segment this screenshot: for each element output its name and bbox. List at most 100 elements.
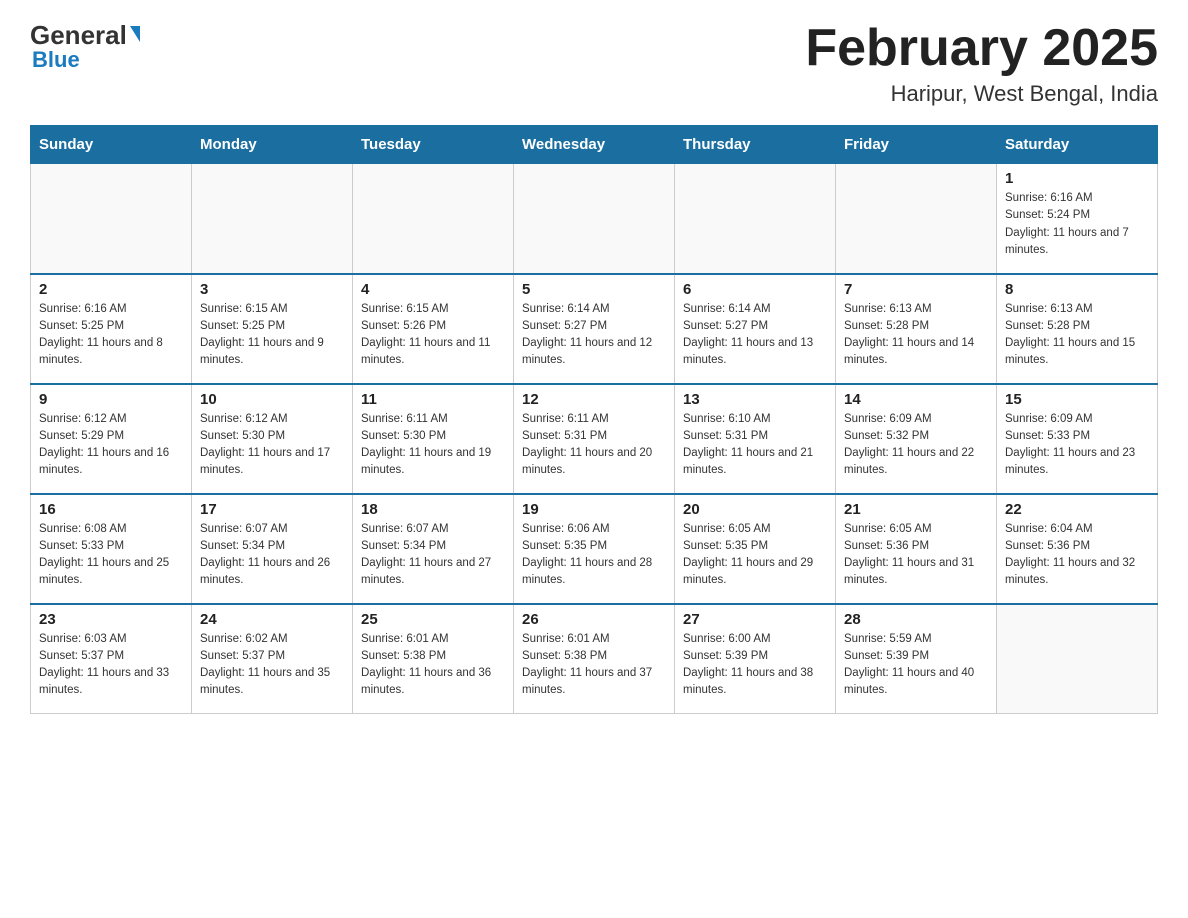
day-info: Sunrise: 6:05 AMSunset: 5:36 PMDaylight:… (844, 521, 988, 590)
calendar-week-row: 16Sunrise: 6:08 AMSunset: 5:33 PMDayligh… (31, 494, 1158, 604)
weekday-header-tuesday: Tuesday (353, 126, 514, 164)
day-number: 15 (1005, 391, 1149, 408)
sunset-text: Sunset: 5:26 PM (361, 318, 505, 335)
daylight-text: Daylight: 11 hours and 9 minutes. (200, 335, 344, 370)
calendar-cell: 17Sunrise: 6:07 AMSunset: 5:34 PMDayligh… (192, 494, 353, 604)
daylight-text: Daylight: 11 hours and 28 minutes. (522, 555, 666, 590)
day-number: 20 (683, 501, 827, 518)
sunrise-text: Sunrise: 6:15 AM (200, 301, 344, 318)
sunset-text: Sunset: 5:33 PM (39, 538, 183, 555)
day-number: 16 (39, 501, 183, 518)
logo: General Blue (30, 20, 140, 73)
day-number: 17 (200, 501, 344, 518)
sunset-text: Sunset: 5:24 PM (1005, 207, 1149, 224)
daylight-text: Daylight: 11 hours and 26 minutes. (200, 555, 344, 590)
daylight-text: Daylight: 11 hours and 40 minutes. (844, 665, 988, 700)
calendar-cell: 10Sunrise: 6:12 AMSunset: 5:30 PMDayligh… (192, 384, 353, 494)
day-info: Sunrise: 6:16 AMSunset: 5:24 PMDaylight:… (1005, 190, 1149, 259)
day-info: Sunrise: 6:11 AMSunset: 5:31 PMDaylight:… (522, 411, 666, 480)
sunset-text: Sunset: 5:27 PM (522, 318, 666, 335)
calendar-cell: 11Sunrise: 6:11 AMSunset: 5:30 PMDayligh… (353, 384, 514, 494)
sunrise-text: Sunrise: 6:13 AM (1005, 301, 1149, 318)
calendar-cell: 16 Sunrise: 6:08 AMSunset: 5:33 PMDayligh… (31, 494, 192, 604)
day-info: Sunrise: 6:15 AMSunset: 5:25 PMDaylight:… (200, 301, 344, 370)
sunset-text: Sunset: 5:39 PM (844, 648, 988, 665)
day-info: Sunrise: 6:02 AMSunset: 5:37 PMDaylight:… (200, 631, 344, 700)
sunset-text: Sunset: 5:27 PM (683, 318, 827, 335)
weekday-header-thursday: Thursday (675, 126, 836, 164)
calendar-cell (836, 164, 997, 274)
sunrise-text: Sunrise: 6:06 AM (522, 521, 666, 538)
calendar-cell: 14Sunrise: 6:09 AMSunset: 5:32 PMDayligh… (836, 384, 997, 494)
day-number: 26 (522, 611, 666, 628)
day-number: 4 (361, 281, 505, 298)
sunset-text: Sunset: 5:36 PM (844, 538, 988, 555)
day-info: Sunrise: 6:13 AMSunset: 5:28 PMDaylight:… (844, 301, 988, 370)
logo-triangle-icon (130, 26, 140, 42)
day-number: 27 (683, 611, 827, 628)
calendar-cell (514, 164, 675, 274)
day-number: 22 (1005, 501, 1149, 518)
calendar-cell: 26 Sunrise: 6:01 AMSunset: 5:38 PMDayligh… (514, 604, 675, 714)
title-block: February 2025 Haripur, West Bengal, Indi… (805, 20, 1158, 107)
day-number: 3 (200, 281, 344, 298)
page-header: General Blue February 2025 Haripur, West… (30, 20, 1158, 107)
daylight-text: Daylight: 11 hours and 36 minutes. (361, 665, 505, 700)
sunrise-text: Sunrise: 6:11 AM (522, 411, 666, 428)
daylight-text: Daylight: 11 hours and 8 minutes. (39, 335, 183, 370)
daylight-text: Daylight: 11 hours and 25 minutes. (39, 555, 183, 590)
day-number: 14 (844, 391, 988, 408)
daylight-text: Daylight: 11 hours and 14 minutes. (844, 335, 988, 370)
day-number: 8 (1005, 281, 1149, 298)
calendar-week-row: 1Sunrise: 6:16 AMSunset: 5:24 PMDaylight… (31, 164, 1158, 274)
day-info: Sunrise: 6:04 AMSunset: 5:36 PMDaylight:… (1005, 521, 1149, 590)
day-number: 25 (361, 611, 505, 628)
calendar-cell: 3 Sunrise: 6:15 AMSunset: 5:25 PMDaylight… (192, 274, 353, 384)
sunset-text: Sunset: 5:34 PM (361, 538, 505, 555)
sunset-text: Sunset: 5:30 PM (200, 428, 344, 445)
sunrise-text: Sunrise: 5:59 AM (844, 631, 988, 648)
day-number: 2 (39, 281, 183, 298)
weekday-header-monday: Monday (192, 126, 353, 164)
sunrise-text: Sunrise: 6:09 AM (1005, 411, 1149, 428)
day-number: 7 (844, 281, 988, 298)
day-number: 11 (361, 391, 505, 408)
daylight-text: Daylight: 11 hours and 37 minutes. (522, 665, 666, 700)
sunrise-text: Sunrise: 6:05 AM (844, 521, 988, 538)
calendar-table: SundayMondayTuesdayWednesdayThursdayFrid… (30, 125, 1158, 714)
daylight-text: Daylight: 11 hours and 13 minutes. (683, 335, 827, 370)
day-info: Sunrise: 6:06 AMSunset: 5:35 PMDaylight:… (522, 521, 666, 590)
day-info: Sunrise: 6:08 AMSunset: 5:33 PMDaylight:… (39, 521, 183, 590)
sunrise-text: Sunrise: 6:04 AM (1005, 521, 1149, 538)
day-number: 9 (39, 391, 183, 408)
sunset-text: Sunset: 5:37 PM (200, 648, 344, 665)
sunset-text: Sunset: 5:32 PM (844, 428, 988, 445)
sunrise-text: Sunrise: 6:03 AM (39, 631, 183, 648)
calendar-week-row: 23Sunrise: 6:03 AMSunset: 5:37 PMDayligh… (31, 604, 1158, 714)
daylight-text: Daylight: 11 hours and 21 minutes. (683, 445, 827, 480)
sunrise-text: Sunrise: 6:11 AM (361, 411, 505, 428)
sunrise-text: Sunrise: 6:14 AM (683, 301, 827, 318)
sunrise-text: Sunrise: 6:08 AM (39, 521, 183, 538)
day-info: Sunrise: 6:03 AMSunset: 5:37 PMDaylight:… (39, 631, 183, 700)
sunrise-text: Sunrise: 6:15 AM (361, 301, 505, 318)
calendar-cell: 9Sunrise: 6:12 AMSunset: 5:29 PMDaylight… (31, 384, 192, 494)
calendar-cell: 15Sunrise: 6:09 AMSunset: 5:33 PMDayligh… (997, 384, 1158, 494)
sunset-text: Sunset: 5:25 PM (200, 318, 344, 335)
calendar-cell: 2 Sunrise: 6:16 AMSunset: 5:25 PMDaylight… (31, 274, 192, 384)
calendar-cell (675, 164, 836, 274)
daylight-text: Daylight: 11 hours and 27 minutes. (361, 555, 505, 590)
day-number: 24 (200, 611, 344, 628)
weekday-header-friday: Friday (836, 126, 997, 164)
day-info: Sunrise: 6:14 AMSunset: 5:27 PMDaylight:… (522, 301, 666, 370)
calendar-cell: 12Sunrise: 6:11 AMSunset: 5:31 PMDayligh… (514, 384, 675, 494)
sunrise-text: Sunrise: 6:07 AM (361, 521, 505, 538)
day-info: Sunrise: 6:13 AMSunset: 5:28 PMDaylight:… (1005, 301, 1149, 370)
day-info: Sunrise: 6:07 AMSunset: 5:34 PMDaylight:… (361, 521, 505, 590)
day-number: 5 (522, 281, 666, 298)
day-info: Sunrise: 6:01 AMSunset: 5:38 PMDaylight:… (522, 631, 666, 700)
day-info: Sunrise: 6:16 AMSunset: 5:25 PMDaylight:… (39, 301, 183, 370)
day-info: Sunrise: 5:59 AMSunset: 5:39 PMDaylight:… (844, 631, 988, 700)
day-number: 19 (522, 501, 666, 518)
sunrise-text: Sunrise: 6:09 AM (844, 411, 988, 428)
